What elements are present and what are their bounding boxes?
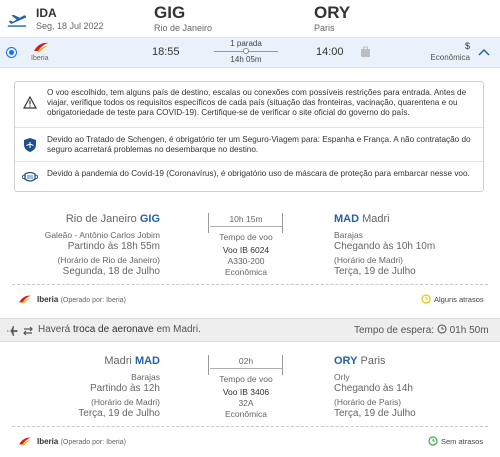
plane-icon <box>7 326 18 336</box>
segment-arrive-local: (Horário de Paris) <box>334 397 402 407</box>
segment-origin-code: MAD <box>134 355 160 367</box>
segment-arrive: Chegando às 10h 10m <box>334 241 436 252</box>
segment-depart-local: (Horário de Rio de Janeiro) <box>57 255 160 265</box>
notice-schengen: Devido ao Tratado de Schengen, é obrigat… <box>15 128 483 162</box>
connection-wait-label: Tempo de espera: <box>354 325 435 336</box>
segment-divider <box>12 284 488 285</box>
notice-text: Devido à pandemia do Covid-19 (Coronavír… <box>47 169 470 178</box>
segment-duration: 02h <box>238 356 254 366</box>
segment-destination-code: MAD <box>334 213 360 225</box>
iberia-logo-icon <box>19 437 31 446</box>
segment-flight-number: Voo IB 3406 <box>222 387 270 397</box>
swap-arrows-icon <box>23 326 33 336</box>
connection-wait-time: 01h 50m <box>449 325 489 336</box>
segment-origin-city: Madri <box>104 355 132 367</box>
option-depart-time: 18:55 <box>152 46 180 58</box>
notice-text: O voo escolhido, tem alguns país de dest… <box>47 88 467 117</box>
segment-duration: 10h 15m <box>229 214 263 224</box>
timeline-line <box>210 368 282 369</box>
segment-arrive: Chegando às 14h <box>334 383 413 394</box>
option-arrive-time: 14:00 <box>316 46 344 58</box>
segment-duration-label: Tempo de voo <box>219 232 273 242</box>
notice-text: Devido ao Tratado de Schengen, é obrigat… <box>47 135 471 154</box>
notices-box: O voo escolhido, tem alguns país de dest… <box>14 81 484 192</box>
destination-city: Paris <box>314 23 335 33</box>
origin-city: Rio de Janeiro <box>154 23 213 33</box>
timeline-left-tick <box>208 213 209 233</box>
origin-code: GIG <box>154 3 186 22</box>
segment-depart-time: 18h 55m <box>121 241 160 252</box>
timeline-right-tick <box>282 213 283 233</box>
segment-origin-airport: Galeão - Antônio Carlos Jobim <box>44 230 160 240</box>
iberia-logo-icon <box>34 42 48 52</box>
face-mask-icon <box>21 171 39 182</box>
notice-travel-restrictions: O voo escolhido, tem alguns país de dest… <box>15 82 483 128</box>
stop-dot <box>243 48 249 54</box>
iberia-logo-icon <box>19 295 31 304</box>
option-duration: 14h 05m <box>230 55 262 64</box>
warning-icon <box>23 96 37 109</box>
chevron-up-icon[interactable] <box>478 47 490 57</box>
clock-ontime-icon <box>428 436 438 446</box>
price-symbol: $ <box>464 41 470 51</box>
flight-segment-1: Rio de Janeiro GIG Galeão - Antônio Carl… <box>0 208 500 318</box>
segment-origin: Madri MAD <box>40 355 160 367</box>
segment-destination-code: ORY <box>334 355 358 367</box>
segment-arrive-date: Terça, 19 de Julho <box>334 408 416 419</box>
timeline-line <box>210 226 282 227</box>
baggage-icon <box>361 46 370 57</box>
segment-arrive-time: 10h 10m <box>396 241 436 252</box>
timeline-left-tick <box>208 355 209 375</box>
segment-depart-date: Terça, 19 de Julho <box>78 408 160 419</box>
segment-arrive-local: (Horário de Madri) <box>334 255 403 265</box>
notice-covid-mask: Devido à pandemia do Covid-19 (Coronavír… <box>15 162 483 193</box>
segment-status: Alguns atrasos <box>434 295 484 304</box>
clock-icon <box>437 324 447 334</box>
segment-arrive-time: 14h <box>396 383 413 394</box>
connection-text: Haverá troca de aeronave em Madri. <box>38 324 201 335</box>
segment-aircraft: 32A <box>238 398 254 408</box>
connection-bar: Haverá troca de aeronave em Madri. Tempo… <box>0 318 500 342</box>
segment-depart: Partindo às 12h <box>89 383 160 394</box>
segment-airline: Iberia (Operado por: Iberia) <box>37 295 126 304</box>
segment-depart-time: 12h <box>143 383 160 394</box>
destination-code: ORY <box>314 3 351 22</box>
segment-destination-airport: Orly <box>334 372 350 382</box>
segment-destination-airport: Barajas <box>334 230 363 240</box>
segment-origin-city: Rio de Janeiro <box>65 213 137 225</box>
segment-divider <box>12 426 488 427</box>
segment-origin-airport: Barajas <box>131 372 160 382</box>
trip-date: Seg, 18 Jul 2022 <box>36 21 104 31</box>
plane-departure-icon <box>7 14 27 27</box>
segment-destination-city: Madri <box>362 213 390 225</box>
segment-destination: ORY Paris <box>334 355 474 367</box>
flight-segment-2: Madri MAD Barajas Partindo às 12h (Horár… <box>0 350 500 457</box>
connection-wait: Tempo de espera: 01h 50m <box>354 324 489 336</box>
segment-duration-label: Tempo de voo <box>219 374 273 384</box>
flight-option-row[interactable]: Iberia 18:55 1 parada 14h 05m 14:00 $ Ec… <box>0 38 500 68</box>
segment-destination: MAD Madri <box>334 213 474 225</box>
segment-depart-local: (Horário de Madri) <box>91 397 160 407</box>
segment-destination-city: Paris <box>360 355 386 367</box>
clock-delay-icon <box>421 294 431 304</box>
segment-arrive-date: Terça, 19 de Julho <box>334 266 416 277</box>
trip-type: IDA <box>36 6 57 20</box>
timeline-right-tick <box>282 355 283 375</box>
insurance-shield-icon <box>24 138 36 152</box>
segment-cabin: Econômica <box>224 267 268 277</box>
option-cabin: Econômica <box>430 53 470 62</box>
segment-aircraft: A330-200 <box>227 256 265 266</box>
option-airline: Iberia <box>31 55 49 62</box>
segment-depart: Partindo às 18h 55m <box>67 241 160 252</box>
segment-origin: Rio de Janeiro GIG <box>40 213 160 225</box>
segment-cabin: Econômica <box>224 409 268 419</box>
segment-status: Sem atrasos <box>441 437 484 446</box>
flight-header: IDA Seg, 18 Jul 2022 GIG Rio de Janeiro … <box>0 0 500 38</box>
segment-flight-number: Voo IB 6024 <box>222 245 270 255</box>
segment-origin-code: GIG <box>139 213 160 225</box>
segment-airline: Iberia (Operado por: Iberia) <box>37 437 126 446</box>
option-radio[interactable] <box>6 47 17 58</box>
segment-depart-date: Segunda, 18 de Julho <box>62 266 160 277</box>
option-stops: 1 parada <box>230 39 262 48</box>
